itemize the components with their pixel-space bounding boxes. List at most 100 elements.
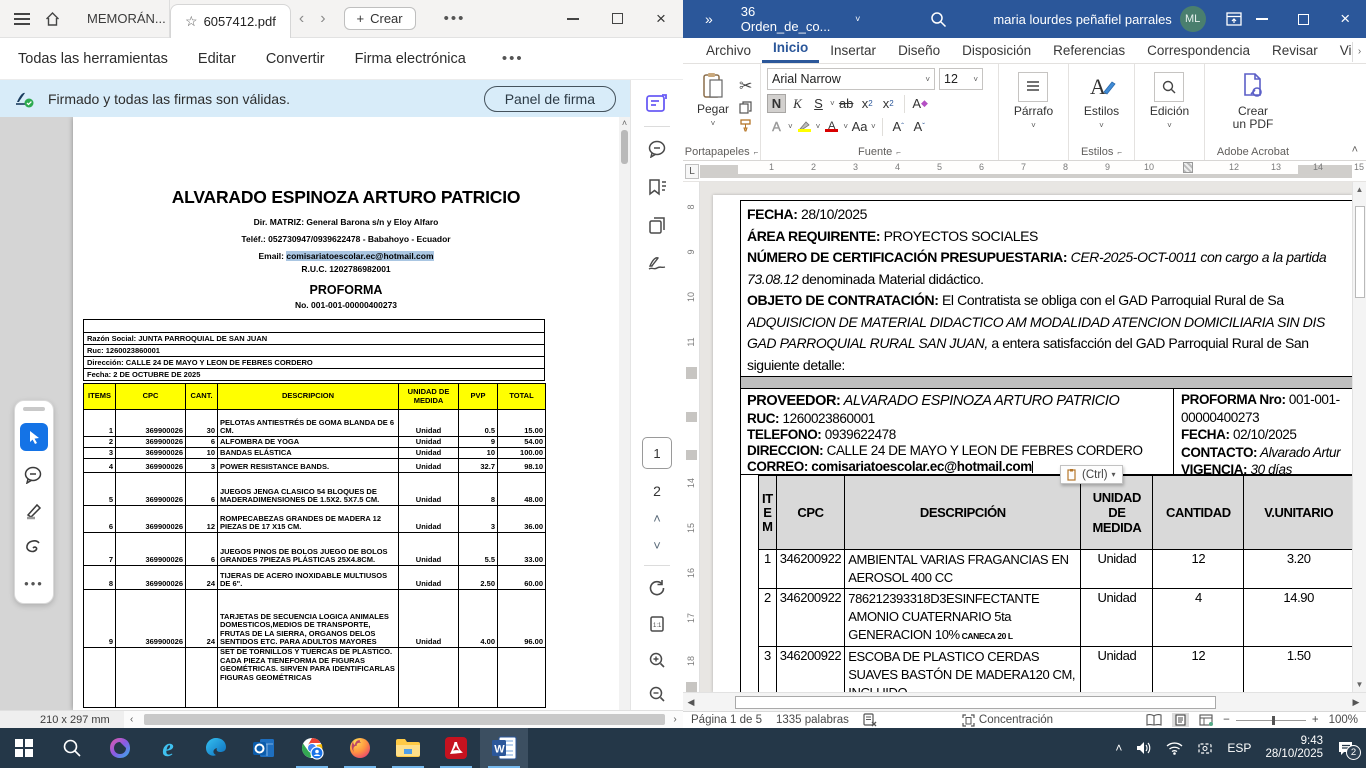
page-fit-icon[interactable]: 1:1 bbox=[640, 608, 674, 640]
acrobat-icon[interactable] bbox=[432, 728, 480, 768]
styles-dropdown-icon[interactable]: ˅ bbox=[1099, 121, 1104, 130]
comment-tool-button[interactable] bbox=[20, 463, 48, 487]
tab-active-pdf[interactable]: ☆ 6057412.pdf bbox=[170, 4, 291, 38]
pdf-email-highlighted[interactable]: comisariatoescolar.ec@hotmail.com bbox=[286, 251, 433, 261]
collapse-ribbon-icon[interactable]: ˄ bbox=[1352, 144, 1358, 156]
zoom-in-icon[interactable]: + bbox=[1312, 714, 1319, 726]
copilot-icon[interactable] bbox=[96, 728, 144, 768]
quick-access-overflow-icon[interactable]: » bbox=[683, 11, 731, 27]
format-painter-icon[interactable] bbox=[739, 119, 752, 132]
create-pdf-button[interactable]: Crearun PDF bbox=[1225, 68, 1282, 135]
zoom-out-icon[interactable]: − bbox=[1223, 714, 1230, 726]
home-icon[interactable] bbox=[44, 11, 61, 27]
close-button[interactable]: × bbox=[1325, 0, 1366, 38]
select-tool-button[interactable] bbox=[20, 423, 48, 451]
start-button[interactable] bbox=[0, 728, 48, 768]
tab-selector[interactable]: L bbox=[685, 164, 699, 179]
highlight-dropdown-icon[interactable]: ˅ bbox=[816, 122, 821, 131]
page-thumbnails-icon[interactable] bbox=[640, 209, 674, 241]
tab-disposicion[interactable]: Disposición bbox=[951, 40, 1042, 63]
tab-next-icon[interactable]: › bbox=[312, 10, 333, 28]
panel-firma-button[interactable]: Panel de firma bbox=[484, 86, 616, 112]
more-options-icon[interactable]: ••• bbox=[444, 10, 466, 27]
outlook-icon[interactable] bbox=[240, 728, 288, 768]
scroll-left-icon[interactable]: ‹ bbox=[124, 714, 140, 725]
text-effects-dropdown-icon[interactable]: ˅ bbox=[788, 122, 793, 131]
read-mode-icon[interactable] bbox=[1146, 714, 1162, 726]
cut-icon[interactable]: ✂ bbox=[739, 76, 752, 96]
page-down-icon[interactable]: ˅ bbox=[653, 538, 661, 553]
search-icon[interactable] bbox=[930, 11, 947, 28]
file-explorer-icon[interactable] bbox=[384, 728, 432, 768]
firefox-icon[interactable] bbox=[336, 728, 384, 768]
zoom-in-icon[interactable] bbox=[640, 644, 674, 676]
font-size-select[interactable]: 12˅ bbox=[939, 68, 983, 90]
tab-correspondencia[interactable]: Correspondencia bbox=[1136, 40, 1261, 63]
word-page[interactable]: FECHA: 28/10/2025 ÁREA REQUIRENTE: PROYE… bbox=[713, 195, 1352, 692]
internet-explorer-icon[interactable]: e bbox=[144, 728, 192, 768]
scroll-right-icon[interactable]: › bbox=[667, 714, 683, 725]
more-tools-icon[interactable]: ••• bbox=[20, 571, 48, 595]
taskbar-search-button[interactable] bbox=[48, 728, 96, 768]
web-layout-icon[interactable] bbox=[1199, 714, 1213, 726]
tab-archivo[interactable]: Archivo bbox=[695, 40, 762, 63]
rotate-page-icon[interactable] bbox=[640, 572, 674, 604]
dialog-launcher-icon[interactable]: ⌐ bbox=[1117, 148, 1122, 157]
spellcheck-icon[interactable] bbox=[863, 713, 878, 727]
title-dropdown-icon[interactable]: ˅ bbox=[855, 14, 860, 24]
menu-convertir[interactable]: Convertir bbox=[266, 51, 325, 67]
tab-inicio[interactable]: Inicio bbox=[762, 37, 819, 63]
clock[interactable]: 9:43 28/10/2025 bbox=[1265, 735, 1323, 761]
editing-button[interactable]: Edición˅ bbox=[1142, 68, 1197, 134]
bookmarks-panel-icon[interactable] bbox=[640, 171, 674, 203]
tab-prev-icon[interactable]: ‹ bbox=[291, 10, 312, 28]
paste-options-button[interactable]: (Ctrl) ▾ bbox=[1060, 465, 1123, 484]
font-color-button[interactable]: A bbox=[822, 117, 841, 136]
current-page-box[interactable]: 1 bbox=[642, 437, 672, 469]
grow-font-button[interactable]: Aˆ bbox=[889, 117, 908, 136]
pdf-vertical-scrollbar[interactable]: ˄ bbox=[619, 117, 630, 710]
scroll-up-icon[interactable]: ˄ bbox=[619, 117, 630, 129]
horizontal-ruler[interactable]: L 1 2 3 4 5 6 7 8 9 10 12 13 14 15 bbox=[683, 161, 1366, 182]
bold-button[interactable]: N bbox=[767, 94, 786, 113]
dialog-launcher-icon[interactable]: ⌐ bbox=[754, 148, 759, 157]
word-count[interactable]: 1335 palabras bbox=[776, 714, 849, 726]
minimize-button[interactable] bbox=[551, 1, 595, 37]
print-layout-icon[interactable] bbox=[1172, 713, 1189, 727]
font-color-dropdown-icon[interactable]: ˅ bbox=[843, 122, 848, 131]
word-items-table[interactable]: ITEM CPC DESCRIPCIÓN UNIDAD DE MEDIDA CA… bbox=[758, 475, 1352, 692]
copy-icon[interactable] bbox=[739, 101, 752, 114]
supplier-block[interactable]: PROVEEDOR: ALVARADO ESPINOZA ARTURO PATR… bbox=[741, 389, 1352, 475]
focus-mode-button[interactable]: Concentración bbox=[962, 714, 1053, 727]
paragraph-dropdown-icon[interactable]: ˅ bbox=[1031, 121, 1036, 130]
draw-lasso-tool-button[interactable] bbox=[20, 535, 48, 559]
menu-editar[interactable]: Editar bbox=[198, 51, 236, 67]
dialog-launcher-icon[interactable]: ⌐ bbox=[896, 148, 901, 157]
crear-button[interactable]: +Crear bbox=[344, 7, 416, 30]
star-icon[interactable]: ☆ bbox=[185, 13, 198, 30]
text-effects-button[interactable]: A bbox=[767, 117, 786, 136]
paste-options-dropdown-icon[interactable]: ▾ bbox=[1112, 470, 1116, 479]
indent-marker[interactable] bbox=[1183, 162, 1193, 173]
word-vertical-scrollbar[interactable]: ▲ ▼ bbox=[1352, 182, 1366, 692]
edge-icon[interactable] bbox=[192, 728, 240, 768]
font-name-select[interactable]: Arial Narrow˅ bbox=[767, 68, 935, 90]
avatar[interactable]: ML bbox=[1180, 6, 1206, 32]
scroll-right-icon[interactable]: ▶ bbox=[1348, 697, 1364, 708]
italic-button[interactable]: K bbox=[788, 94, 807, 113]
tab-memorandum[interactable]: MEMORÁN... bbox=[75, 0, 170, 38]
subscript-button[interactable]: x2 bbox=[858, 94, 877, 113]
export-pdf-icon[interactable] bbox=[640, 88, 674, 120]
menu-todas-herramientas[interactable]: Todas las herramientas bbox=[18, 51, 168, 67]
clear-formatting-button[interactable]: A◆ bbox=[911, 94, 930, 113]
menu-hamburger-icon[interactable] bbox=[14, 13, 30, 25]
word-icon[interactable]: W bbox=[480, 728, 528, 768]
word-horizontal-scrollbar[interactable]: ◀ ▶ bbox=[683, 692, 1366, 711]
menu-firma[interactable]: Firma electrónica bbox=[355, 51, 466, 67]
zoom-level[interactable]: 100% bbox=[1329, 714, 1358, 726]
volume-icon[interactable] bbox=[1136, 741, 1152, 755]
maximize-button[interactable] bbox=[595, 1, 639, 37]
screen-cast-icon[interactable] bbox=[1197, 742, 1213, 755]
maximize-button[interactable] bbox=[1283, 0, 1325, 38]
underline-dropdown-icon[interactable]: ˅ bbox=[830, 99, 835, 108]
